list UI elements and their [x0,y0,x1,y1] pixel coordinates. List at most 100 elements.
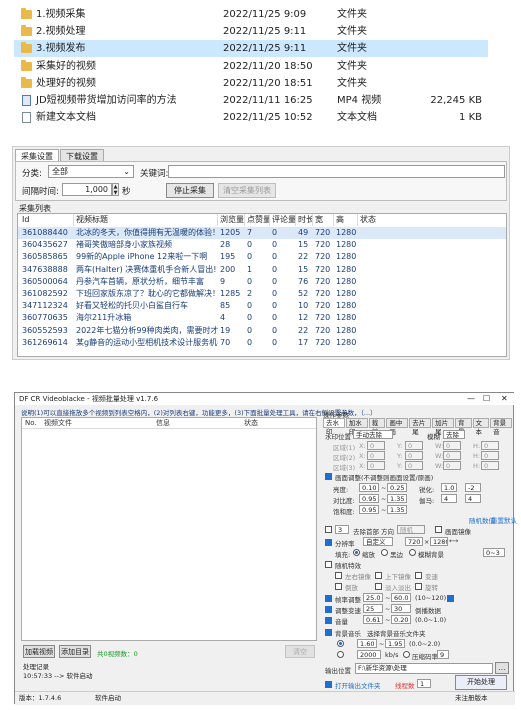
speed-max[interactable]: 30 [391,604,411,613]
area-h-input[interactable]: 0 [481,441,499,450]
fill-option-1[interactable] [353,549,360,556]
adjust-extra-min[interactable]: 1.0 [441,483,457,492]
area-x-input[interactable]: 0 [367,461,385,470]
table-row[interactable]: 360552593 2022年七猫分析99种肉类肉，需要时才能 19 0 0 22 720 1… [18,325,506,337]
clear-videos-button[interactable]: 清空 [285,645,315,658]
file-row[interactable]: 3.视频发布 2022/11/25 9:11 文件夹 [14,40,488,58]
crf-radio[interactable] [403,651,410,658]
area-h-input[interactable]: 0 [481,451,499,460]
framerate-max[interactable]: 60.0 [391,593,411,602]
speed-checkbox[interactable] [325,606,332,613]
settings-tab[interactable]: 加水印 [345,418,368,436]
trim-checkbox[interactable] [325,526,332,533]
fill-percent[interactable]: 0~3 [483,548,505,557]
crf-value[interactable]: 9 [437,650,449,659]
category-select[interactable]: 全部 ⌄ [48,165,134,178]
volume-checkbox[interactable] [325,617,332,624]
area-w-input[interactable]: 0 [443,451,461,460]
settings-tab[interactable]: 背景音 [490,418,512,436]
adjust-max[interactable]: 1.35 [387,505,407,514]
file-row[interactable]: 2.视频处理 2022/11/25 9:11 文件夹 [14,23,488,40]
settings-tab[interactable]: 画中画 [386,418,409,436]
framerate-min[interactable]: 25.0 [363,593,383,602]
scale-height[interactable]: 1280 [430,537,448,546]
keep-audio-checkbox[interactable] [447,595,454,602]
blur-select[interactable]: 去除 [443,430,465,439]
file-row[interactable]: 1.视频采集 2022/11/25 9:09 文件夹 [14,6,488,23]
video-list[interactable]: No. 视频文件 信息 状态 [21,417,317,641]
file-row[interactable]: JD短视频带货增加访问率的方法 2022/11/11 16:25 MP4 视频 22,… [14,92,488,109]
output-path-input[interactable]: F:\新华资源\处理 [355,663,493,674]
adjust-min[interactable]: 0.10 [359,483,379,492]
bgmusic-radio-1[interactable] [337,640,344,647]
area-y-input[interactable]: 0 [405,451,423,460]
effect-checkbox[interactable] [335,572,342,579]
effect-checkbox[interactable] [415,572,422,579]
area-w-input[interactable]: 0 [443,441,461,450]
table-row[interactable]: 361269614 某g静音的运动小型相机技术设计服务机器 70 0 0 17 720 128… [18,337,506,349]
bgmusic-radio-2[interactable] [337,651,344,658]
maximize-icon[interactable]: ☐ [483,393,490,405]
table-row[interactable]: 360500064 丹参汽车首辆，原状分析，细节丰富 9 0 0 76 720 1280 [18,276,506,288]
bgmusic-checkbox[interactable] [325,629,332,636]
stop-collect-button[interactable]: 停止采集 [166,183,214,198]
fill-option-2[interactable] [381,549,388,556]
keyword-input[interactable] [168,165,505,178]
effect-checkbox[interactable] [415,583,422,590]
table-row[interactable]: 347112324 好看又轻松的托贝小白鲨自行车 85 0 0 10 720 1280 [18,300,506,312]
fill-option-3[interactable] [409,549,416,556]
adjust-max[interactable]: 0.25 [387,483,407,492]
swap-icon[interactable]: ⟷ [449,537,458,545]
settings-tab[interactable]: 加片尾 [432,418,454,436]
watermark-mode-select[interactable]: 手动去除 [353,430,393,439]
effect-checkbox[interactable] [375,583,382,590]
table-row[interactable]: 361082592 下班回家版东凉了？耽心的它都做解决！ 1285 2 0 52 720 12… [18,288,506,300]
close-icon[interactable]: ✕ [501,393,508,405]
col-width[interactable]: 宽 [313,214,334,226]
scale-checkbox[interactable] [325,539,332,546]
open-folder-checkbox[interactable] [325,681,332,688]
settings-tab[interactable]: 背景 [454,418,472,436]
mirror-checkbox[interactable] [435,526,442,533]
clear-list-button[interactable]: 清空采集列表 [218,183,276,198]
table-row[interactable]: 360435627 褚哥笑傲暗部身小家族视频 28 0 0 15 720 1280 [18,239,506,251]
table-row[interactable]: 361088440 北冰的冬天，你值得拥有无温暖的体验！ 1205 7 0 49 720 12… [18,227,506,239]
adjust-max[interactable]: 1.35 [387,494,407,503]
col-likes[interactable]: 点赞量 [245,214,270,226]
interval-stepper[interactable]: ▲ ▼ [112,183,119,196]
col-duration[interactable]: 时长 [296,214,313,226]
effect-checkbox[interactable] [375,572,382,579]
effect-checkbox[interactable] [335,583,342,590]
volume-max[interactable]: 0.20 [391,615,411,624]
table-row[interactable]: 360585865 99新的Apple iPhone 12来啦一下啊 195 0 0 22… [18,251,506,263]
area-x-input[interactable]: 0 [367,441,385,450]
scale-width[interactable]: 720 [405,537,423,546]
bgmusic-vol-min[interactable]: 1.60 [357,639,377,648]
scale-select[interactable]: 自定义 [363,537,393,546]
col-id[interactable]: Id [20,214,74,226]
settings-tab[interactable]: 去水印 [323,418,345,436]
adjust-extra-min[interactable]: 4 [441,494,457,503]
browse-button[interactable]: … [495,662,509,674]
file-row[interactable]: 采集好的视频 2022/11/20 18:50 文件夹 [14,58,488,75]
bgmusic-vol-max[interactable]: 1.95 [385,639,405,648]
add-video-button[interactable]: 加载视频 [23,645,55,658]
adjust-extra-max[interactable]: 4 [465,494,481,503]
minimize-icon[interactable]: — [467,393,475,405]
effects-checkbox[interactable] [325,561,332,568]
area-h-input[interactable]: 0 [481,461,499,470]
col-height[interactable]: 高 [334,214,358,226]
file-row[interactable]: 处理好的视频 2022/11/20 18:51 文件夹 [14,75,488,92]
volume-min[interactable]: 0.61 [363,615,383,624]
trim-value[interactable]: 3 [335,525,349,534]
col-title[interactable]: 视频标题 [74,214,218,226]
table-row[interactable]: 360770635 海尔211升冰箱 4 0 0 12 720 1280 [18,312,506,324]
adjust-min[interactable]: 0.95 [359,505,379,514]
col-status[interactable]: 状态 [358,214,506,226]
start-process-button[interactable]: 开始处理 [455,675,507,690]
interval-input[interactable]: 1,000 [62,183,112,196]
settings-tab[interactable]: 文本 [472,418,490,436]
col-views[interactable]: 浏览量 [218,214,245,226]
area-y-input[interactable]: 0 [405,461,423,470]
open-output-link[interactable]: 打开输出文件夹 [335,680,381,690]
